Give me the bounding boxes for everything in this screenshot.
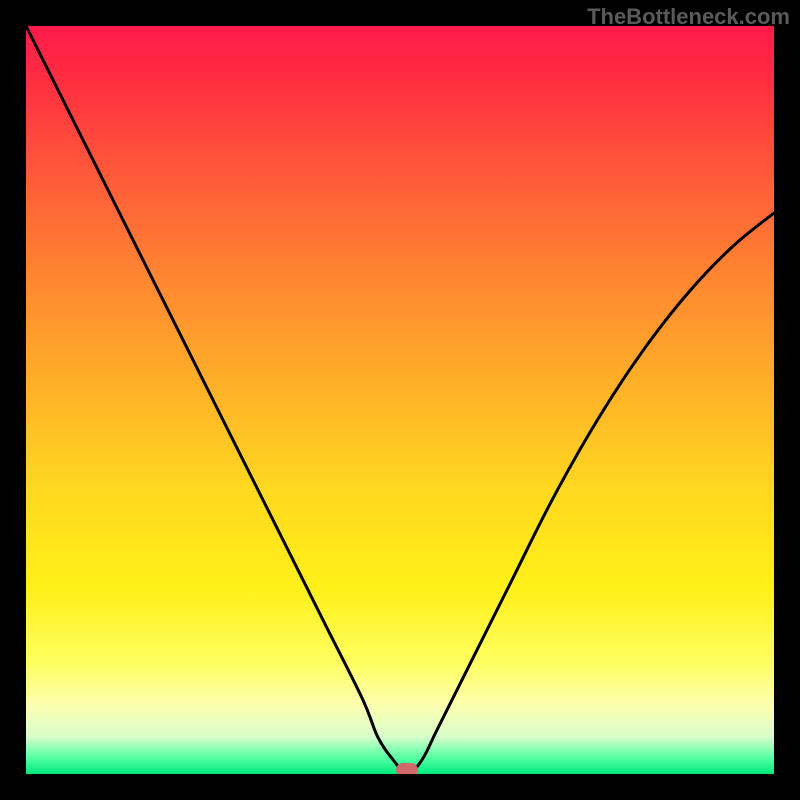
chart-plot-area: [26, 26, 774, 774]
bottleneck-curve-line: [26, 26, 774, 774]
chart-curve-svg: [26, 26, 774, 774]
curve-minimum-marker: [396, 763, 418, 774]
watermark-text: TheBottleneck.com: [587, 4, 790, 30]
